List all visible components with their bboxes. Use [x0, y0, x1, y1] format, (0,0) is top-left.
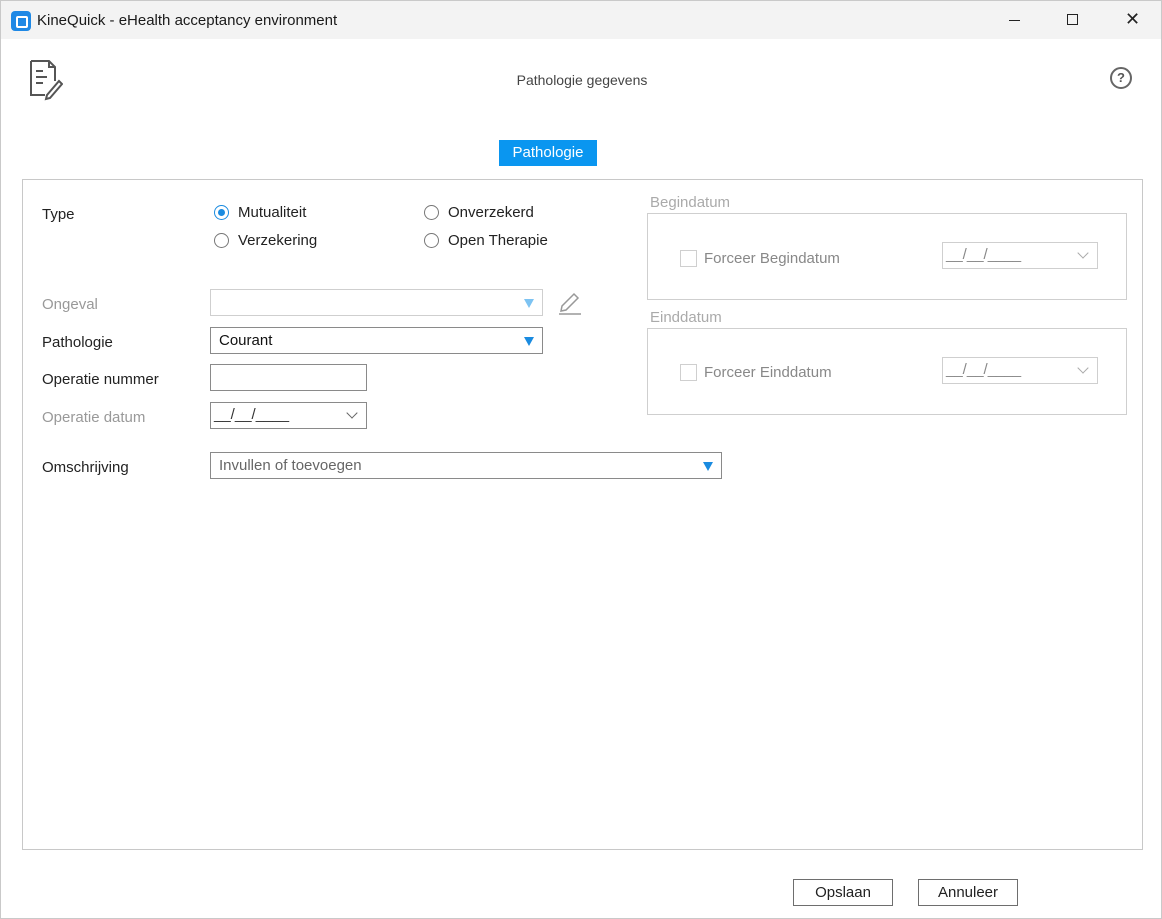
forceer-begindatum-checkbox[interactable] [680, 250, 697, 267]
save-button[interactable]: Opslaan [793, 879, 893, 906]
pathologie-dropdown[interactable]: Courant [210, 327, 543, 354]
radio-onverzekerd-label[interactable]: Onverzekerd [448, 204, 534, 221]
radio-onverzekerd[interactable] [424, 205, 439, 220]
dialog-window: KineQuick - eHealth acceptancy environme… [0, 0, 1162, 919]
type-label: Type [42, 206, 75, 223]
radio-mutualiteit[interactable] [214, 205, 229, 220]
chevron-down-icon [524, 299, 534, 308]
chevron-down-icon [703, 462, 713, 471]
omschrijving-label: Omschrijving [42, 459, 129, 476]
radio-verzekering-label[interactable]: Verzekering [238, 232, 317, 249]
cancel-button[interactable]: Annuleer [918, 879, 1018, 906]
radio-mutualiteit-label[interactable]: Mutualiteit [238, 204, 306, 221]
tab-pathologie[interactable]: Pathologie [499, 140, 597, 166]
begindatum-value: __/__/____ [946, 246, 1022, 263]
forceer-begindatum-label[interactable]: Forceer Begindatum [704, 250, 840, 267]
operatie-datum-value: __/__/____ [214, 406, 290, 423]
einddatum-value: __/__/____ [946, 361, 1022, 378]
chevron-down-icon [346, 407, 358, 419]
begindatum-title: Begindatum [650, 194, 731, 211]
chevron-down-icon [1077, 247, 1089, 259]
close-button[interactable]: ✕ [1102, 1, 1160, 39]
einddatum-picker[interactable]: __/__/____ [942, 357, 1098, 384]
minimize-icon [1009, 20, 1020, 21]
maximize-icon [1067, 14, 1078, 25]
ongeval-label: Ongeval [42, 296, 98, 313]
operatie-datum-picker[interactable]: __/__/____ [210, 402, 367, 429]
pathologie-value: Courant [219, 332, 273, 349]
omschrijving-value: Invullen of toevoegen [219, 457, 362, 474]
pencil-icon[interactable] [557, 291, 581, 315]
chevron-down-icon [1077, 362, 1089, 374]
chevron-down-icon [524, 337, 534, 346]
help-icon[interactable]: ? [1110, 67, 1132, 89]
operatie-nummer-input[interactable] [210, 364, 367, 391]
close-icon: ✕ [1125, 9, 1141, 29]
app-logo-icon [11, 11, 31, 31]
operatie-nummer-label: Operatie nummer [42, 371, 159, 388]
ongeval-dropdown[interactable] [210, 289, 543, 316]
begindatum-picker[interactable]: __/__/____ [942, 242, 1098, 269]
page-title: Pathologie gegevens [516, 72, 648, 88]
title-bar[interactable]: KineQuick - eHealth acceptancy environme… [1, 1, 1161, 39]
window-title: KineQuick - eHealth acceptancy environme… [37, 12, 338, 29]
radio-verzekering[interactable] [214, 233, 229, 248]
operatie-datum-label: Operatie datum [42, 409, 146, 426]
forceer-einddatum-label[interactable]: Forceer Einddatum [704, 364, 832, 381]
omschrijving-dropdown[interactable]: Invullen of toevoegen [210, 452, 722, 479]
pathologie-label: Pathologie [42, 334, 113, 351]
minimize-button[interactable] [986, 1, 1044, 39]
forceer-einddatum-checkbox[interactable] [680, 364, 697, 381]
radio-open-therapie[interactable] [424, 233, 439, 248]
radio-open-therapie-label[interactable]: Open Therapie [448, 232, 548, 249]
einddatum-title: Einddatum [650, 309, 722, 326]
maximize-button[interactable] [1044, 1, 1102, 39]
